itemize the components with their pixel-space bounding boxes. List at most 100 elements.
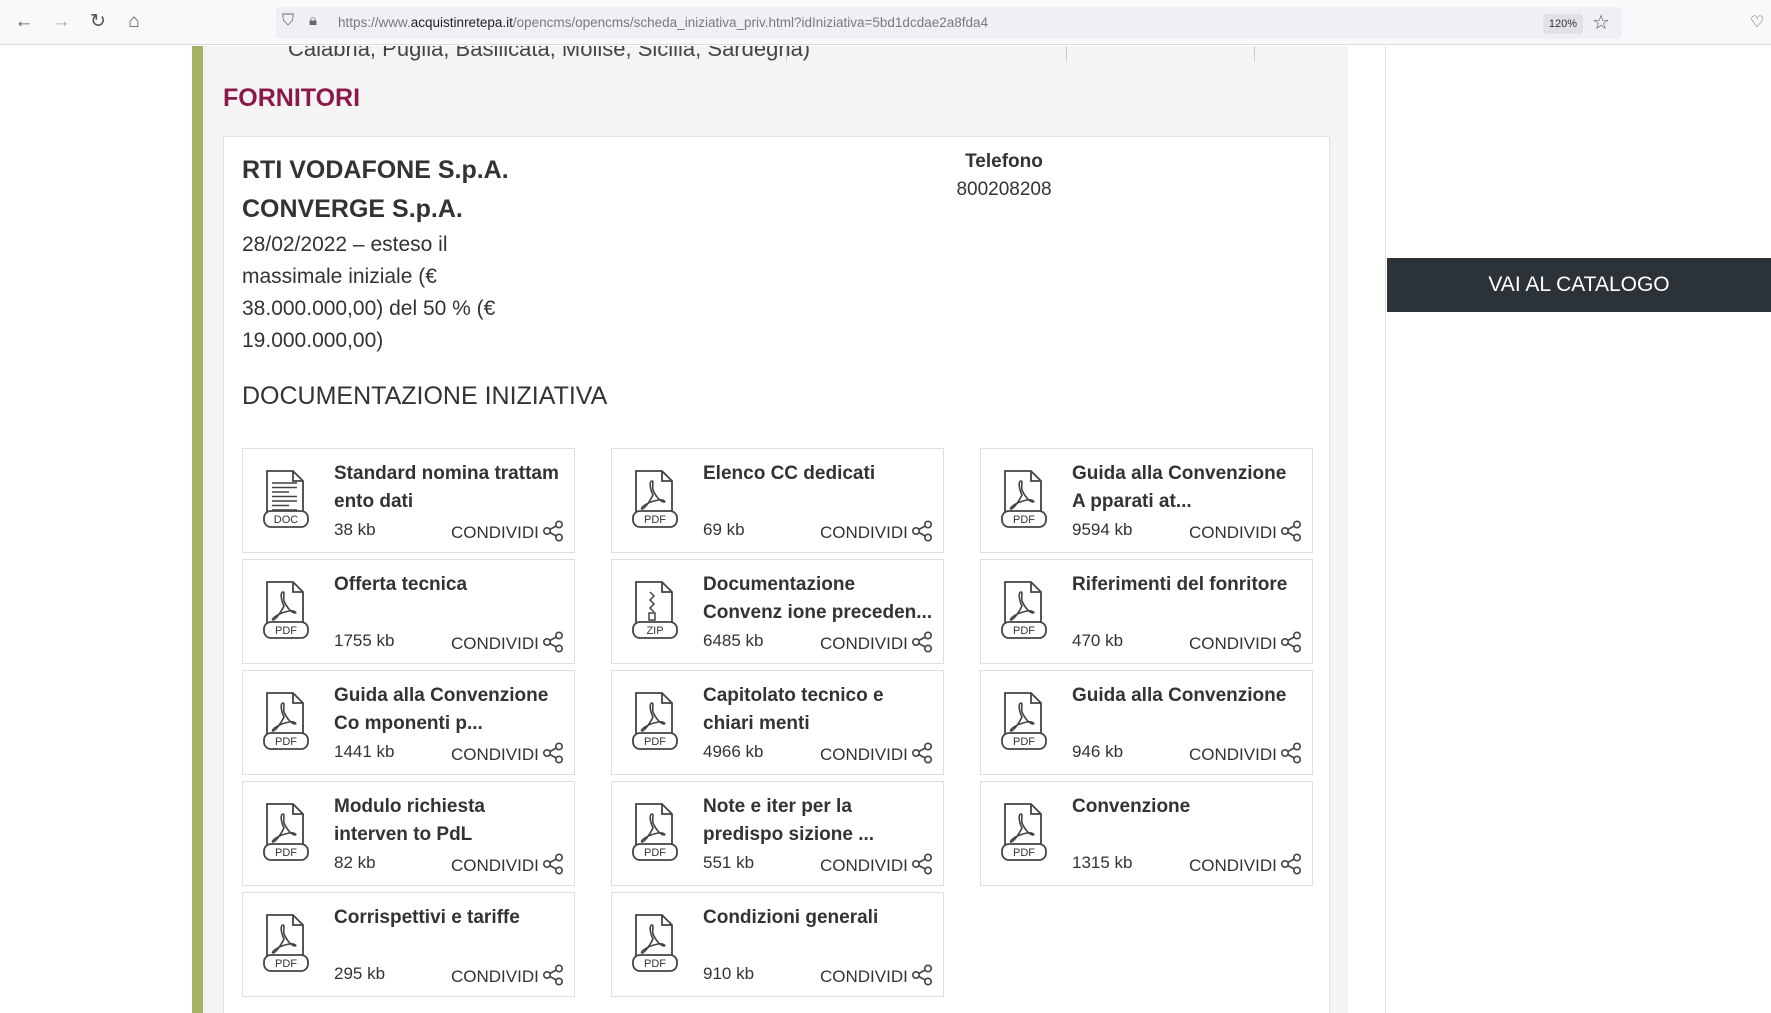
- share-link[interactable]: CONDIVIDI: [820, 964, 933, 991]
- share-link[interactable]: CONDIVIDI: [820, 520, 933, 547]
- zoom-indicator[interactable]: 120%: [1543, 14, 1583, 34]
- document-card[interactable]: PDF Convenzione 1315 kb CONDIVIDI: [980, 781, 1313, 886]
- lock-icon[interactable]: 🔒︎: [309, 12, 317, 29]
- document-name[interactable]: Capitolato tecnico e chiari menti: [703, 682, 933, 738]
- share-link[interactable]: CONDIVIDI: [451, 520, 564, 547]
- svg-text:PDF: PDF: [644, 847, 666, 859]
- document-name[interactable]: Note e iter per la predispo sizione ...: [703, 793, 933, 849]
- url-text[interactable]: https://www.acquistinretepa.it/opencms/o…: [338, 15, 988, 30]
- pdf-file-icon[interactable]: PDF: [999, 691, 1049, 753]
- pdf-file-icon[interactable]: PDF: [630, 691, 680, 753]
- pdf-file-icon[interactable]: PDF: [630, 802, 680, 864]
- share-link[interactable]: CONDIVIDI: [451, 631, 564, 658]
- pdf-file-icon[interactable]: PDF: [999, 580, 1049, 642]
- share-link[interactable]: CONDIVIDI: [1189, 631, 1302, 658]
- document-card[interactable]: PDF Note e iter per la predispo sizione .…: [611, 781, 944, 886]
- share-link[interactable]: CONDIVIDI: [1189, 853, 1302, 880]
- pdf-file-icon[interactable]: PDF: [630, 469, 680, 531]
- share-icon[interactable]: [1280, 631, 1302, 658]
- table-divider: [1066, 46, 1067, 61]
- pdf-file-icon[interactable]: PDF: [630, 913, 680, 975]
- document-size: 1755 kb: [334, 631, 395, 650]
- document-name[interactable]: Modulo richiesta interven to PdL: [334, 793, 564, 849]
- document-name[interactable]: Standard nomina trattam ento dati: [334, 460, 564, 516]
- svg-text:PDF: PDF: [644, 514, 666, 526]
- share-icon[interactable]: [911, 520, 933, 547]
- shield-icon[interactable]: ⛉: [282, 12, 294, 30]
- share-icon[interactable]: [911, 742, 933, 769]
- share-icon[interactable]: [911, 631, 933, 658]
- document-card[interactable]: PDF Guida alla Convenzione 946 kb CONDIVIDI: [980, 670, 1313, 775]
- share-icon[interactable]: [1280, 853, 1302, 880]
- document-card[interactable]: PDF Elenco CC dedicati 69 kb CONDIVIDI: [611, 448, 944, 553]
- share-icon[interactable]: [1280, 520, 1302, 547]
- document-card[interactable]: PDF Riferimenti del fonritore 470 kb CONDIV…: [980, 559, 1313, 664]
- document-card[interactable]: ZIP Documentazione Convenz ione preceden.…: [611, 559, 944, 664]
- pdf-file-icon[interactable]: PDF: [261, 802, 311, 864]
- document-card[interactable]: PDF Guida alla Convenzione Co mponenti p.…: [242, 670, 575, 775]
- share-icon[interactable]: [542, 520, 564, 547]
- document-name[interactable]: Condizioni generali: [703, 904, 933, 932]
- share-link[interactable]: CONDIVIDI: [1189, 742, 1302, 769]
- svg-text:PDF: PDF: [1013, 847, 1035, 859]
- documents-title: DOCUMENTAZIONE INIZIATIVA: [242, 382, 608, 410]
- pdf-file-icon[interactable]: PDF: [999, 469, 1049, 531]
- share-link[interactable]: CONDIVIDI: [820, 853, 933, 880]
- share-link[interactable]: CONDIVIDI: [451, 742, 564, 769]
- document-name[interactable]: Guida alla Convenzione A pparati at...: [1072, 460, 1302, 516]
- pdf-file-icon[interactable]: PDF: [999, 802, 1049, 864]
- share-icon[interactable]: [542, 742, 564, 769]
- share-link[interactable]: CONDIVIDI: [451, 964, 564, 991]
- share-icon[interactable]: [542, 631, 564, 658]
- document-name[interactable]: Elenco CC dedicati: [703, 460, 933, 488]
- supplier-note: 28/02/2022 – esteso il massimale inizial…: [242, 233, 496, 352]
- address-bar[interactable]: ⛉ 🔒︎ https://www.acquistinretepa.it/open…: [276, 7, 1622, 39]
- share-label: CONDIVIDI: [1189, 522, 1277, 542]
- document-card[interactable]: PDF Offerta tecnica 1755 kb CONDIVIDI: [242, 559, 575, 664]
- document-name[interactable]: Guida alla Convenzione: [1072, 682, 1302, 710]
- reload-icon[interactable]: ↻: [86, 10, 110, 34]
- phone-number: 800208208: [956, 179, 1052, 200]
- document-name[interactable]: Corrispettivi e tariffe: [334, 904, 564, 932]
- share-icon[interactable]: [1280, 742, 1302, 769]
- document-card[interactable]: PDF Capitolato tecnico e chiari menti 4966…: [611, 670, 944, 775]
- svg-text:PDF: PDF: [1013, 736, 1035, 748]
- pdf-file-icon[interactable]: PDF: [261, 580, 311, 642]
- phone-label: Telefono: [965, 151, 1043, 172]
- zip-file-icon[interactable]: ZIP: [630, 580, 680, 642]
- document-name[interactable]: Documentazione Convenz ione preceden...: [703, 571, 933, 627]
- share-link[interactable]: CONDIVIDI: [820, 742, 933, 769]
- document-size: 910 kb: [703, 964, 755, 983]
- document-name[interactable]: Riferimenti del fonritore: [1072, 571, 1302, 599]
- pocket-icon[interactable]: ♡: [1750, 12, 1764, 32]
- share-link[interactable]: CONDIVIDI: [820, 631, 933, 658]
- svg-text:ZIP: ZIP: [646, 625, 663, 637]
- pdf-file-icon[interactable]: PDF: [261, 691, 311, 753]
- column-divider: [1385, 46, 1386, 1013]
- back-icon[interactable]: ←: [12, 10, 36, 34]
- document-name[interactable]: Offerta tecnica: [334, 571, 564, 599]
- document-name[interactable]: Guida alla Convenzione Co mponenti p...: [334, 682, 564, 738]
- forward-icon[interactable]: →: [49, 10, 73, 34]
- svg-text:PDF: PDF: [644, 736, 666, 748]
- star-icon[interactable]: ☆: [1592, 10, 1610, 35]
- share-icon[interactable]: [542, 853, 564, 880]
- document-card[interactable]: DOC Standard nomina trattam ento dati 38 k…: [242, 448, 575, 553]
- home-icon[interactable]: ⌂: [122, 10, 146, 34]
- document-size: 295 kb: [334, 964, 386, 983]
- share-icon[interactable]: [911, 964, 933, 991]
- catalog-button[interactable]: VAI AL CATALOGO: [1387, 258, 1771, 312]
- share-link[interactable]: CONDIVIDI: [451, 853, 564, 880]
- doc-file-icon[interactable]: DOC: [261, 469, 311, 531]
- pdf-file-icon[interactable]: PDF: [261, 913, 311, 975]
- document-card[interactable]: PDF Condizioni generali 910 kb CONDIVIDI: [611, 892, 944, 997]
- section-title: FORNITORI: [223, 84, 361, 112]
- document-card[interactable]: PDF Corrispettivi e tariffe 295 kb CONDIVID…: [242, 892, 575, 997]
- document-card[interactable]: PDF Guida alla Convenzione A pparati at..…: [980, 448, 1313, 553]
- supplier-name: RTI VODAFONE S.p.A. CONVERGE S.p.A.: [242, 156, 509, 223]
- document-name[interactable]: Convenzione: [1072, 793, 1302, 821]
- document-card[interactable]: PDF Modulo richiesta interven to PdL 82 kb…: [242, 781, 575, 886]
- share-link[interactable]: CONDIVIDI: [1189, 520, 1302, 547]
- share-icon[interactable]: [911, 853, 933, 880]
- share-icon[interactable]: [542, 964, 564, 991]
